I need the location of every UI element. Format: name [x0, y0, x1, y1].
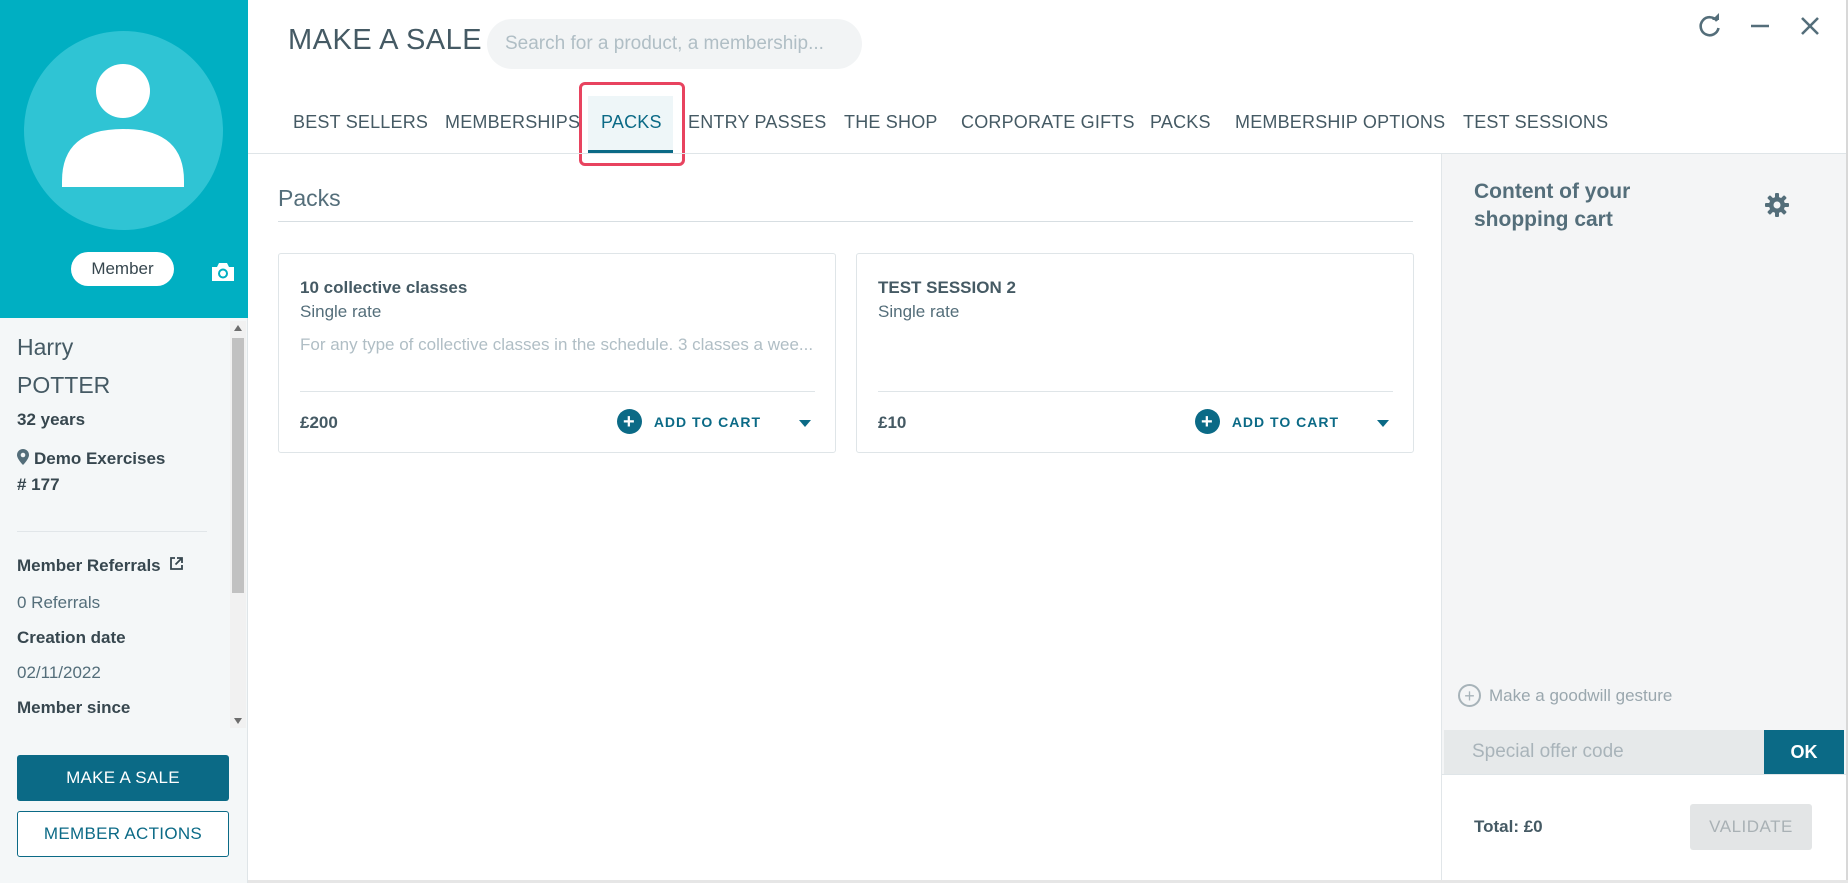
plus-circle-icon: +: [1458, 684, 1481, 707]
plus-icon[interactable]: +: [1194, 409, 1220, 434]
apply-offer-button[interactable]: OK: [1764, 730, 1844, 774]
offer-code-input[interactable]: [1444, 730, 1764, 774]
make-a-sale-button[interactable]: MAKE A SALE: [17, 755, 229, 801]
tab-test-sessions[interactable]: TEST SESSIONS: [1463, 112, 1608, 133]
product-card[interactable]: TEST SESSION 2 Single rate £10 + ADD TO …: [856, 253, 1414, 453]
scroll-down-icon[interactable]: [234, 718, 242, 724]
member-actions-button[interactable]: MEMBER ACTIONS: [17, 811, 229, 857]
product-rate: Single rate: [300, 302, 382, 321]
minimize-icon[interactable]: [1746, 12, 1774, 40]
member-info: Harry POTTER 32 years Demo Exercises # 1…: [17, 334, 217, 513]
goodwill-gesture-link[interactable]: + Make a goodwill gesture: [1458, 684, 1672, 707]
product-name: TEST SESSION 2: [878, 278, 1016, 297]
scrollbar-thumb[interactable]: [232, 338, 244, 593]
member-referrals-label: Member Referrals: [17, 556, 161, 575]
member-header: Member: [0, 0, 248, 318]
member-status-badge: Member: [71, 252, 174, 286]
goodwill-label: Make a goodwill gesture: [1489, 685, 1673, 705]
member-location-label: Demo Exercises: [34, 449, 166, 468]
member-number: # 177: [17, 475, 60, 494]
chevron-down-icon[interactable]: [799, 420, 811, 427]
product-price: £10: [878, 413, 907, 432]
product-rate: Single rate: [878, 302, 960, 321]
member-sidebar: Member Harry POTTER 32 years Demo Exerci…: [0, 0, 248, 883]
member-last-name: POTTER: [17, 372, 111, 398]
category-tabs: BEST SELLERS MEMBERSHIPS PACKS ENTRY PAS…: [248, 100, 1848, 154]
member-first-name: Harry: [17, 334, 74, 360]
member-since-label: Member since: [17, 698, 131, 717]
chevron-down-icon[interactable]: [1377, 420, 1389, 427]
card-divider: [300, 391, 815, 392]
add-to-cart-label: ADD TO CART: [1231, 413, 1339, 430]
card-divider: [878, 391, 1393, 392]
add-to-cart-button[interactable]: + ADD TO CART: [1194, 409, 1339, 434]
creation-date-value: 02/11/2022: [17, 663, 101, 682]
product-price: £200: [300, 413, 338, 432]
member-age: 32 years: [17, 410, 86, 429]
tab-corporate-gifts[interactable]: CORPORATE GIFTS: [961, 112, 1135, 133]
section-title: Packs: [278, 185, 341, 211]
validate-button[interactable]: VALIDATE: [1690, 804, 1812, 850]
divider: [17, 531, 207, 532]
add-to-cart-button[interactable]: + ADD TO CART: [616, 409, 761, 434]
product-card[interactable]: 10 collective classes Single rate For an…: [278, 253, 836, 453]
member-location: Demo Exercises: [17, 443, 217, 475]
sidebar-scrollbar[interactable]: [230, 321, 246, 728]
make-a-sale-window: Member Harry POTTER 32 years Demo Exerci…: [0, 0, 1848, 883]
tab-packs-2[interactable]: PACKS: [1150, 112, 1211, 133]
refresh-icon[interactable]: [1696, 12, 1724, 40]
product-name: 10 collective classes: [300, 278, 468, 297]
cart-title: Content of your shopping cart: [1474, 180, 1631, 231]
person-icon[interactable]: [24, 31, 223, 230]
member-referrals-link[interactable]: Member Referrals: [17, 556, 184, 576]
product-description: For any type of collective classes in th…: [300, 335, 814, 354]
tab-membership-options[interactable]: MEMBERSHIP OPTIONS: [1235, 112, 1445, 133]
scroll-up-icon[interactable]: [234, 325, 242, 331]
search-input[interactable]: [487, 19, 862, 69]
camera-icon[interactable]: [210, 261, 236, 283]
add-to-cart-label: ADD TO CART: [653, 413, 761, 430]
member-referrals-value: 0 Referrals: [17, 593, 101, 612]
close-icon[interactable]: [1796, 12, 1824, 40]
tab-the-shop[interactable]: THE SHOP: [844, 112, 938, 133]
external-link-icon[interactable]: [169, 556, 184, 576]
plus-icon[interactable]: +: [616, 409, 642, 434]
tab-entry-passes[interactable]: ENTRY PASSES: [688, 112, 826, 133]
gear-icon[interactable]: [1764, 192, 1790, 218]
page-title: MAKE A SALE: [288, 24, 483, 56]
tab-best-sellers[interactable]: BEST SELLERS: [293, 112, 428, 133]
shopping-cart-panel: Content of your shopping cart + Make a g…: [1441, 154, 1848, 883]
section-divider: [278, 221, 1413, 222]
tab-memberships[interactable]: MEMBERSHIPS: [445, 112, 580, 133]
creation-date-label: Creation date: [17, 628, 126, 647]
cart-total: Total: £0: [1474, 817, 1543, 836]
map-pin-icon: [17, 448, 29, 470]
